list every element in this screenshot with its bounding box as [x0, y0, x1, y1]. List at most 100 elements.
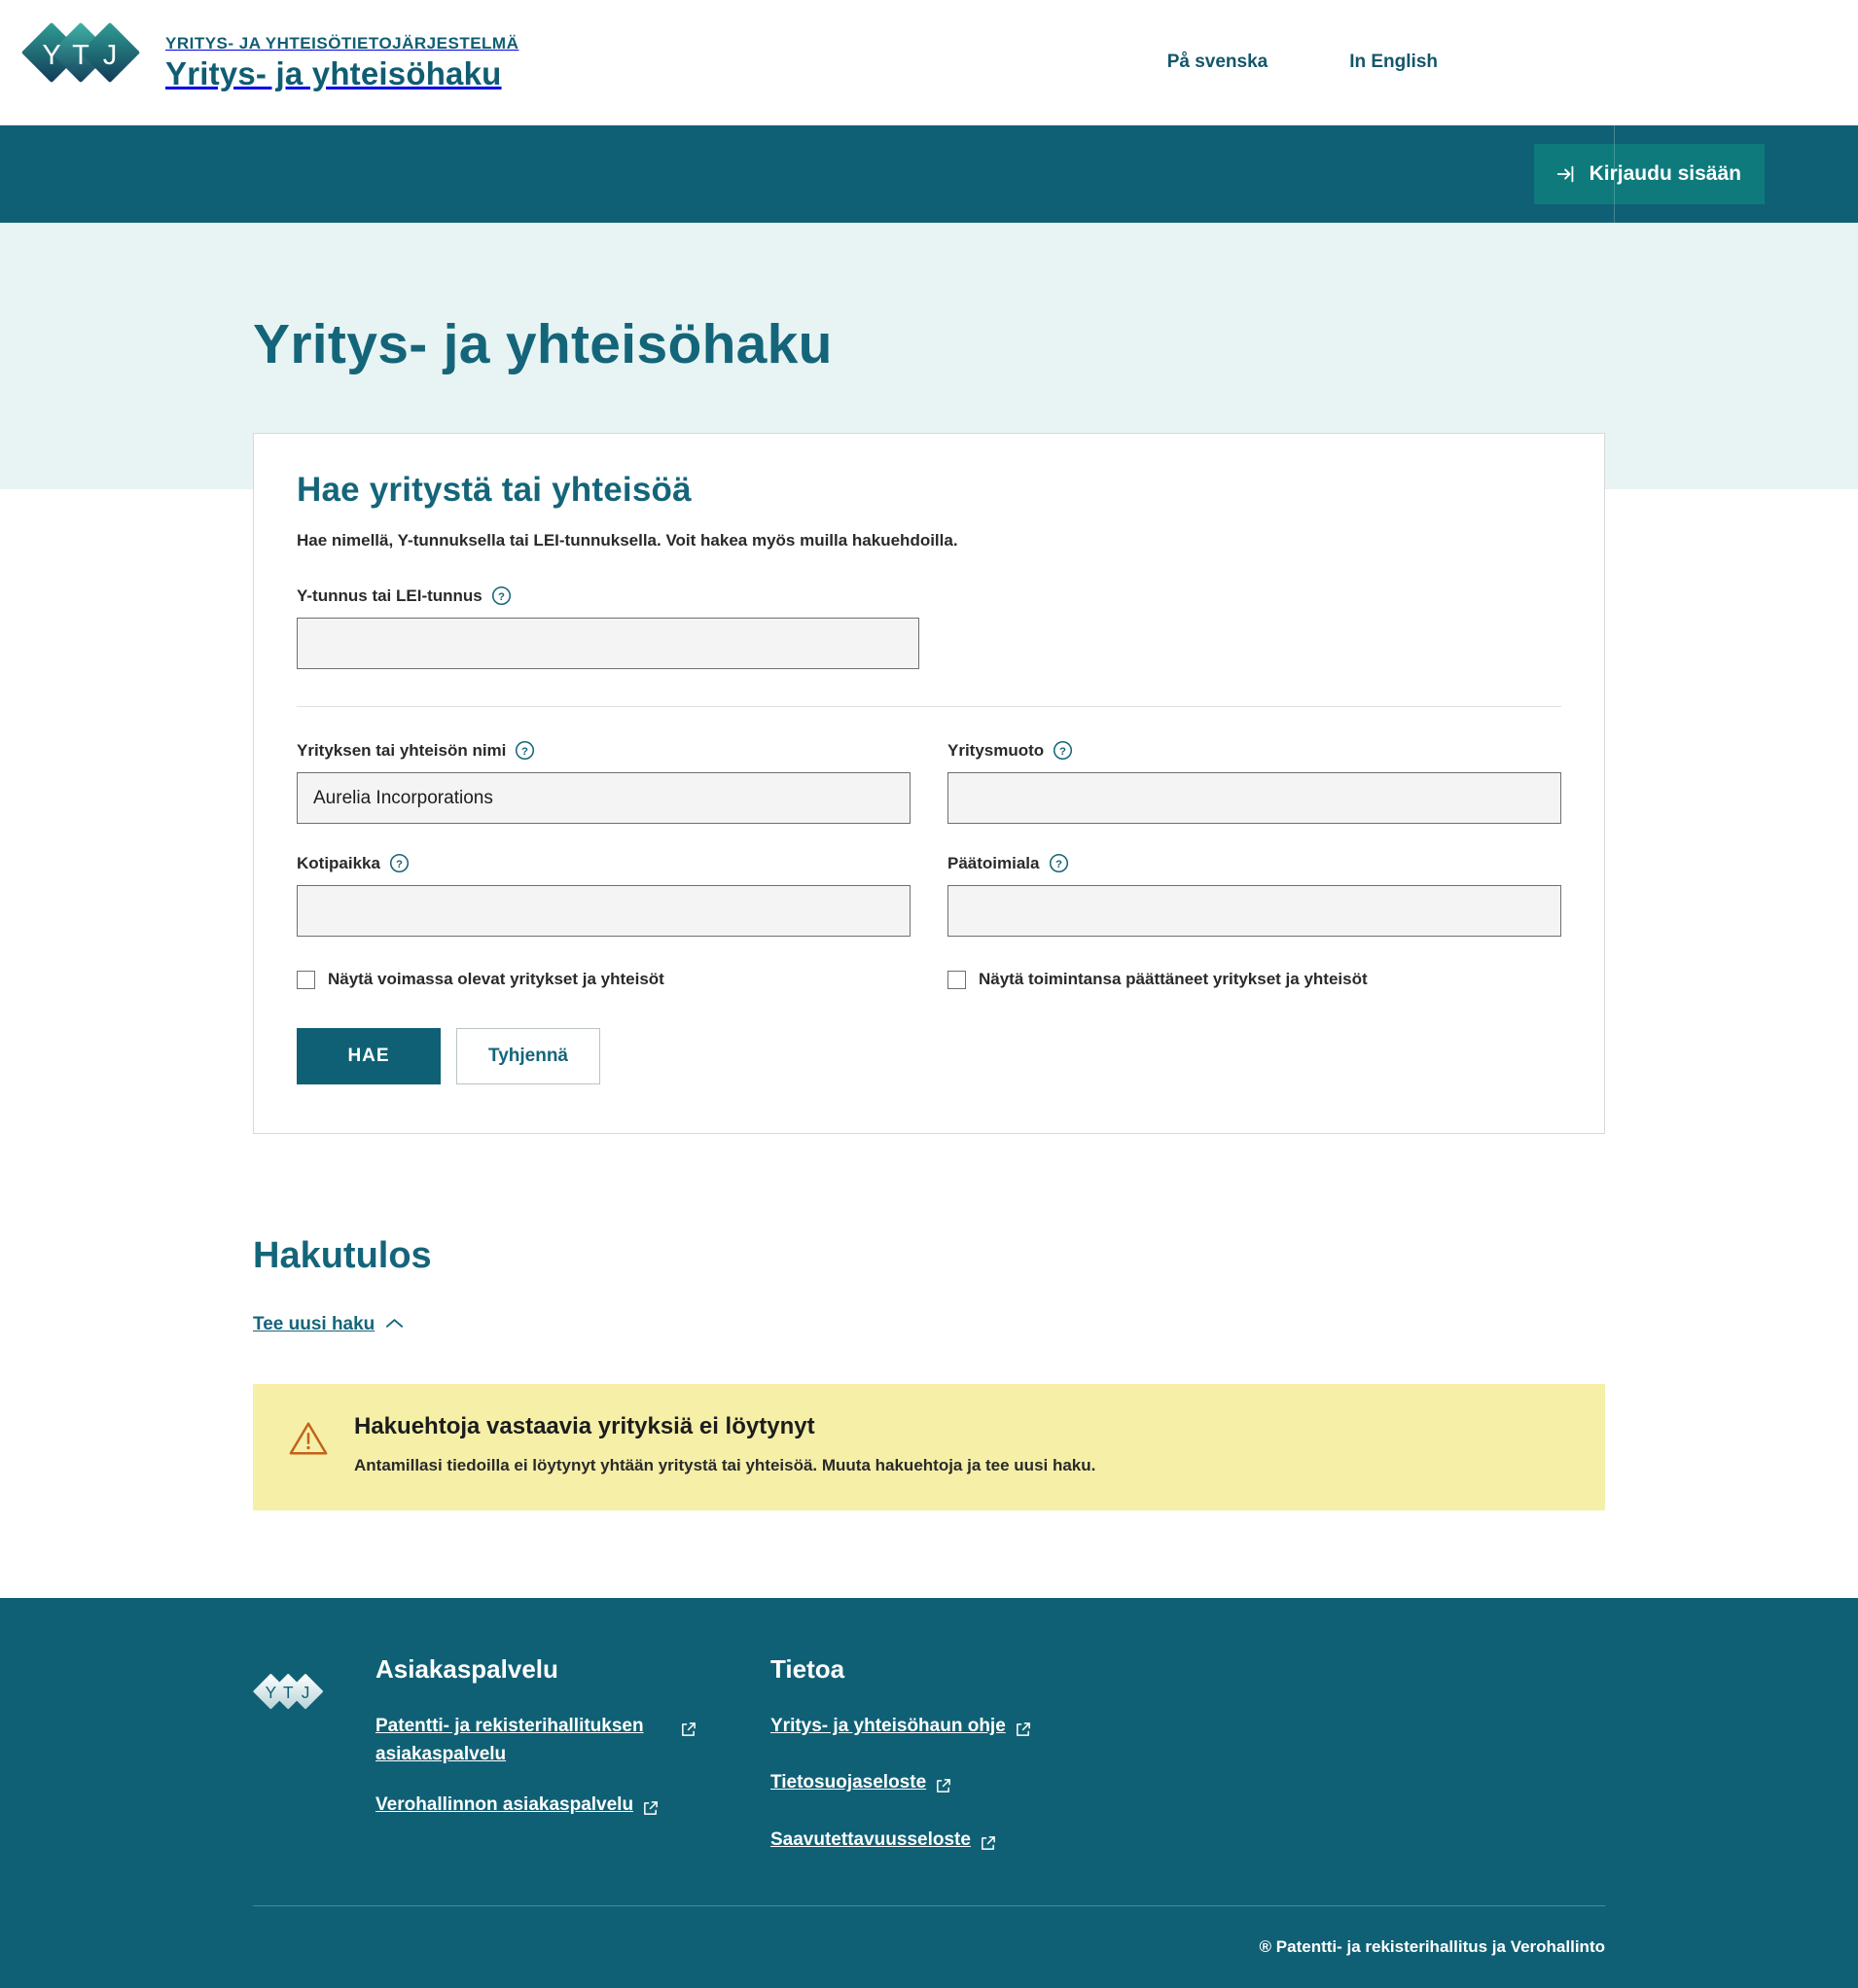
- footer-link-privacy-statement[interactable]: Tietosuojaseloste: [770, 1768, 951, 1803]
- footer-bottom-bar: ® Patentti- ja rekisterihallitus ja Vero…: [253, 1906, 1605, 1988]
- checkbox-label-ceased: Näytä toimintansa päättäneet yritykset j…: [979, 970, 1368, 988]
- field-label-company-form: Yritysmuoto ?: [947, 740, 1561, 761]
- alert-title: Hakuehtoja vastaavia yrityksiä ei löytyn…: [354, 1413, 815, 1439]
- footer-link-accessibility-statement[interactable]: Saavutettavuusseloste: [770, 1826, 996, 1861]
- footer-heading-customer-service: Asiakaspalvelu: [375, 1654, 558, 1684]
- page-title: Yritys- ja yhteisöhaku: [253, 313, 833, 375]
- svg-text:T: T: [72, 40, 89, 71]
- warning-triangle-icon: [288, 1419, 329, 1463]
- search-input-domicile[interactable]: [297, 885, 911, 937]
- checkbox-row-active[interactable]: Näytä voimassa olevat yritykset ja yhtei…: [297, 970, 911, 989]
- search-fields-grid: Yrityksen tai yhteisön nimi ? Yritysmuot…: [297, 740, 1561, 937]
- brand-title: Yritys- ja yhteisöhaku: [165, 54, 502, 91]
- field-domicile: Kotipaikka ?: [297, 853, 911, 937]
- external-link-icon: [642, 1797, 659, 1826]
- search-input-industry[interactable]: [947, 885, 1561, 937]
- search-submit-button[interactable]: HAE: [297, 1028, 441, 1084]
- external-link-icon: [680, 1719, 697, 1747]
- language-switcher: På svenska In English: [1167, 0, 1858, 124]
- footer-logo: Y T J: [253, 1654, 362, 1882]
- nav-vertical-divider: [1614, 125, 1615, 223]
- footer-link-label: Tietosuojaseloste: [770, 1772, 927, 1793]
- footer-column-customer-service: Asiakaspalvelu Patentti- ja rekisterihal…: [362, 1654, 770, 1882]
- search-input-business-id[interactable]: [297, 618, 919, 669]
- footer-link-tax-customer-service[interactable]: Verohallinnon asiakaspalvelu: [375, 1791, 659, 1826]
- svg-text:T: T: [283, 1683, 294, 1702]
- field-label-business-id: Y-tunnus tai LEI-tunnus ?: [297, 586, 1561, 606]
- label-text: Yrityksen tai yhteisön nimi: [297, 740, 507, 760]
- checkbox-row-ceased[interactable]: Näytä toimintansa päättäneet yritykset j…: [947, 970, 1561, 989]
- search-card-subtitle: Hae nimellä, Y-tunnuksella tai LEI-tunnu…: [297, 531, 958, 550]
- login-button-label: Kirjaudu sisään: [1589, 162, 1741, 185]
- search-section: Hae yritystä tai yhteisöä Hae nimellä, Y…: [0, 433, 1858, 1134]
- help-circle-icon[interactable]: ?: [1049, 853, 1069, 873]
- brand-supertitle: YRITYS- JA YHTEISÖTIETOJÄRJESTELMÄ: [165, 33, 519, 53]
- field-industry: Päätoimiala ?: [947, 853, 1561, 937]
- alert-text-block: Hakuehtoja vastaavia yrityksiä ei löytyn…: [354, 1413, 1095, 1475]
- svg-text:?: ?: [498, 591, 505, 603]
- help-circle-icon[interactable]: ?: [491, 586, 512, 606]
- label-text: Y-tunnus tai LEI-tunnus: [297, 586, 482, 605]
- label-text: Kotipaikka: [297, 853, 380, 872]
- search-input-company-form[interactable]: [947, 772, 1561, 824]
- clear-form-button[interactable]: Tyhjennä: [456, 1028, 600, 1084]
- checkbox-ceased[interactable]: [947, 970, 966, 989]
- ytj-logo-icon: Y T J: [21, 18, 146, 106]
- footer-link-label: Patentti- ja rekisterihallituksen asiaka…: [375, 1716, 644, 1765]
- field-label-domicile: Kotipaikka ?: [297, 853, 911, 873]
- alert-body: Antamillasi tiedoilla ei löytynyt yhtään…: [354, 1456, 1096, 1474]
- svg-text:?: ?: [521, 746, 528, 758]
- search-form: Hae yritystä tai yhteisöä Hae nimellä, Y…: [253, 433, 1605, 1134]
- help-circle-icon[interactable]: ?: [1053, 740, 1073, 761]
- new-search-toggle[interactable]: Tee uusi haku: [253, 1314, 404, 1335]
- utility-nav-bar: Kirjaudu sisään: [0, 125, 1858, 223]
- login-button[interactable]: Kirjaudu sisään: [1533, 144, 1765, 204]
- field-name: Yrityksen tai yhteisön nimi ?: [297, 740, 911, 824]
- language-link-en[interactable]: In English: [1349, 52, 1438, 73]
- no-results-alert: Hakuehtoja vastaavia yrityksiä ei löytyn…: [253, 1384, 1605, 1510]
- search-input-name[interactable]: [297, 772, 911, 824]
- label-text: Päätoimiala: [947, 853, 1040, 872]
- footer-heading-info: Tietoa: [770, 1654, 845, 1684]
- site-footer: Y T J Asiakaspalvelu Patentti- ja rekist…: [0, 1598, 1858, 1988]
- copyright-text: ® Patentti- ja rekisterihallitus ja Vero…: [1259, 1937, 1605, 1957]
- external-link-icon: [935, 1775, 951, 1803]
- svg-text:Y: Y: [266, 1683, 277, 1702]
- checkbox-active[interactable]: [297, 970, 315, 989]
- footer-link-label: Yritys- ja yhteisöhaun ohje: [770, 1716, 1006, 1736]
- footer-column-info: Tietoa Yritys- ja yhteisöhaun ohje Tieto…: [770, 1654, 1218, 1882]
- new-search-label: Tee uusi haku: [253, 1314, 375, 1334]
- footer-link-prh-customer-service[interactable]: Patentti- ja rekisterihallituksen asiaka…: [375, 1712, 697, 1769]
- field-business-id: Y-tunnus tai LEI-tunnus ?: [297, 586, 1561, 669]
- svg-text:?: ?: [1059, 746, 1066, 758]
- field-company-form: Yritysmuoto ?: [947, 740, 1561, 824]
- results-title: Hakutulos: [253, 1235, 432, 1276]
- help-circle-icon[interactable]: ?: [389, 853, 410, 873]
- hero-section: Yritys- ja yhteisöhaku: [0, 223, 1858, 433]
- brand-logo-link[interactable]: Y T J YRITYS- JA YHTEISÖTIETOJÄRJESTELMÄ…: [21, 18, 518, 106]
- svg-text:J: J: [103, 40, 118, 71]
- form-divider: [297, 706, 1561, 707]
- form-actions: HAE Tyhjennä: [297, 1028, 1561, 1084]
- svg-text:?: ?: [1055, 859, 1062, 870]
- external-link-icon: [980, 1832, 996, 1861]
- ytj-logo-icon: Y T J: [253, 1674, 327, 1728]
- external-link-icon: [1015, 1719, 1031, 1747]
- field-label-industry: Päätoimiala ?: [947, 853, 1561, 873]
- results-section: Hakutulos Tee uusi haku Hakuehtoja vasta…: [253, 1134, 1605, 1510]
- search-card-title: Hae yritystä tai yhteisöä: [297, 471, 692, 509]
- footer-link-label: Saavutettavuusseloste: [770, 1828, 971, 1850]
- footer-link-search-guide[interactable]: Yritys- ja yhteisöhaun ohje: [770, 1712, 1031, 1747]
- chevron-up-icon: [385, 1314, 404, 1335]
- language-link-sv[interactable]: På svenska: [1167, 52, 1268, 73]
- svg-text:Y: Y: [42, 40, 60, 71]
- svg-text:J: J: [302, 1683, 310, 1702]
- login-arrow-icon: [1555, 163, 1577, 185]
- footer-link-label: Verohallinnon asiakaspalvelu: [375, 1793, 634, 1815]
- field-label-name: Yrityksen tai yhteisön nimi ?: [297, 740, 911, 761]
- svg-text:?: ?: [396, 859, 403, 870]
- site-header: Y T J YRITYS- JA YHTEISÖTIETOJÄRJESTELMÄ…: [0, 0, 1858, 124]
- label-text: Yritysmuoto: [947, 740, 1045, 760]
- help-circle-icon[interactable]: ?: [515, 740, 535, 761]
- search-filter-checkboxes: Näytä voimassa olevat yritykset ja yhtei…: [297, 970, 1561, 989]
